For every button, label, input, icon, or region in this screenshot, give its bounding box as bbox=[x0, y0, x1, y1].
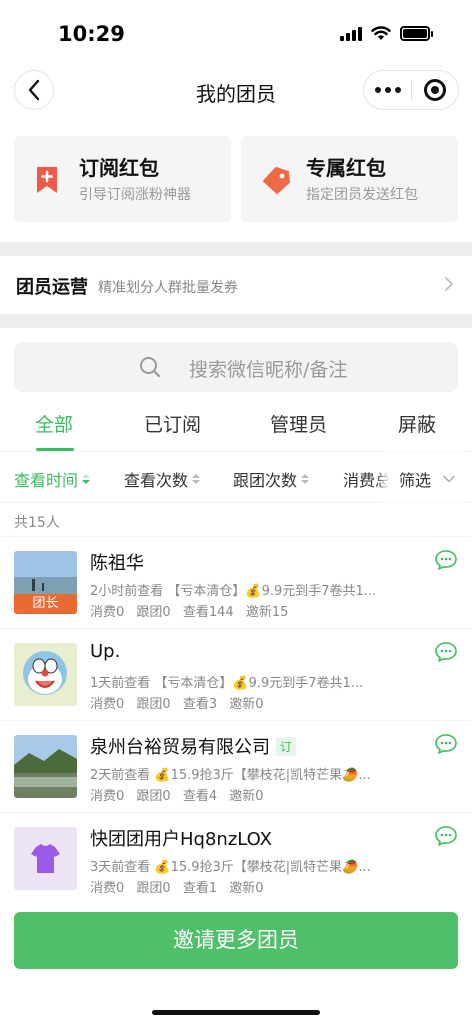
status-time: 10:29 bbox=[58, 22, 125, 46]
chat-bubble-icon[interactable] bbox=[434, 733, 458, 755]
member-name: 陈祖华 bbox=[90, 549, 144, 575]
member-name: 泉州台裕贸易有限公司 订 bbox=[90, 733, 297, 759]
search-placeholder: 搜索微信昵称/备注 bbox=[189, 359, 348, 381]
chat-bubble-icon[interactable] bbox=[434, 641, 458, 663]
avatar bbox=[14, 643, 77, 706]
avatar: 团长 bbox=[14, 551, 77, 614]
member-name-text: 泉州台裕贸易有限公司 bbox=[90, 737, 270, 758]
home-indicator bbox=[152, 1010, 320, 1015]
tab-all[interactable]: 全部 bbox=[35, 410, 73, 437]
member-activity: 2天前查看 💰15.9抢3斤【攀枝花|凯特芒果🥭... bbox=[90, 768, 371, 783]
stat-consume: 消费0 bbox=[90, 605, 125, 620]
wifi-icon bbox=[371, 26, 391, 40]
stat-view: 查看3 bbox=[182, 697, 218, 712]
chat-bubble-icon[interactable] bbox=[434, 549, 458, 571]
red-packet-section: 订阅红包 引导订阅涨粉神器 专属红包 指定团员发送红包 bbox=[0, 118, 472, 242]
member-stats: 消费0 跟团0 查看144 邀新15 bbox=[90, 601, 296, 620]
signal-icon bbox=[340, 26, 362, 41]
subscribe-red-packet-card[interactable]: 订阅红包 引导订阅涨粉神器 bbox=[14, 136, 231, 222]
avatar bbox=[14, 735, 77, 798]
card-title: 订阅红包 bbox=[79, 156, 159, 180]
member-count: 共15人 bbox=[14, 515, 60, 531]
stat-invite: 邀新0 bbox=[229, 697, 264, 712]
search-icon bbox=[140, 357, 161, 378]
search-input[interactable]: 搜索微信昵称/备注 bbox=[14, 342, 458, 392]
member-row[interactable]: 快团团用户Hq8nzLOX 3天前查看 💰15.9抢3斤【攀枝花|凯特芒果🥭..… bbox=[0, 812, 472, 904]
target-icon bbox=[423, 79, 446, 101]
stat-consume: 消费0 bbox=[90, 697, 125, 712]
stat-join: 跟团0 bbox=[136, 789, 171, 804]
member-stats: 消费0 跟团0 查看3 邀新0 bbox=[90, 693, 272, 712]
members-panel: 搜索微信昵称/备注 全部 已订阅 管理员 屏蔽 查看时间 查看次数 跟团次数 消… bbox=[0, 328, 472, 928]
member-stats: 消费0 跟团0 查看4 邀新0 bbox=[90, 785, 272, 804]
stat-consume: 消费0 bbox=[90, 789, 125, 804]
filter-label: 筛选 bbox=[399, 471, 432, 490]
stat-invite: 邀新0 bbox=[229, 789, 264, 804]
sort-bar: 查看时间 查看次数 跟团次数 消费总 筛选 bbox=[0, 451, 472, 503]
member-name-text: 陈祖华 bbox=[90, 553, 144, 574]
leader-tag: 团长 bbox=[14, 594, 77, 614]
stat-view: 查看4 bbox=[182, 789, 218, 804]
tab-blocked[interactable]: 屏蔽 bbox=[398, 410, 436, 437]
member-name: Up. bbox=[90, 641, 120, 662]
chat-bubble-icon[interactable] bbox=[434, 825, 458, 847]
bottom-bar: 邀请更多团员 bbox=[0, 896, 472, 1024]
sort-label: 查看时间 bbox=[14, 471, 79, 490]
stat-join: 跟团0 bbox=[136, 881, 171, 896]
card-title: 专属红包 bbox=[306, 156, 386, 180]
tag-icon bbox=[263, 167, 290, 194]
tab-subscribed[interactable]: 已订阅 bbox=[144, 410, 201, 437]
sort-view-time[interactable]: 查看时间 bbox=[14, 467, 91, 491]
member-name-text: 快团团用户Hq8nzLOX bbox=[90, 829, 273, 850]
stat-consume: 消费0 bbox=[90, 881, 125, 896]
stat-view: 查看1 bbox=[182, 881, 218, 896]
stat-join: 跟团0 bbox=[136, 697, 171, 712]
stat-invite: 邀新0 bbox=[229, 881, 264, 896]
sort-arrows-icon bbox=[192, 474, 201, 484]
close-button[interactable] bbox=[412, 71, 458, 109]
member-activity: 1天前查看 【亏本清仓】💰9.9元到手7卷共1... bbox=[90, 676, 364, 691]
tab-admin[interactable]: 管理员 bbox=[270, 410, 327, 437]
sort-consume-total[interactable]: 消费总 bbox=[343, 467, 393, 491]
ops-title: 团员运营 bbox=[16, 277, 88, 298]
sort-arrows-icon bbox=[82, 474, 91, 484]
member-row[interactable]: 泉州台裕贸易有限公司 订 2天前查看 💰15.9抢3斤【攀枝花|凯特芒果🥭...… bbox=[0, 720, 472, 812]
stat-view: 查看144 bbox=[182, 605, 234, 620]
sort-join-count[interactable]: 跟团次数 bbox=[233, 467, 310, 491]
stat-join: 跟团0 bbox=[136, 605, 171, 620]
mini-program-capsule bbox=[363, 70, 459, 110]
sort-label: 查看次数 bbox=[124, 471, 189, 490]
exclusive-red-packet-card[interactable]: 专属红包 指定团员发送红包 bbox=[241, 136, 458, 222]
more-button[interactable] bbox=[364, 71, 411, 109]
battery-icon bbox=[400, 26, 433, 41]
status-icons bbox=[340, 26, 433, 41]
ops-subtitle: 精准划分人群批量发券 bbox=[98, 280, 238, 296]
member-operations-row[interactable]: 团员运营 精准划分人群批量发券 bbox=[0, 256, 472, 314]
member-activity: 2小时前查看 【亏本清仓】💰9.9元到手7卷共1... bbox=[90, 584, 377, 599]
nav-bar: 我的团员 bbox=[0, 64, 472, 118]
filter-button[interactable]: 筛选 bbox=[399, 467, 455, 491]
member-name: 快团团用户Hq8nzLOX bbox=[90, 825, 272, 851]
stat-invite: 邀新15 bbox=[245, 605, 289, 620]
card-subtitle: 指定团员发送红包 bbox=[306, 187, 418, 203]
chevron-right-icon bbox=[445, 277, 453, 291]
card-subtitle: 引导订阅涨粉神器 bbox=[79, 187, 191, 203]
sort-arrows-icon bbox=[301, 474, 310, 484]
chevron-down-icon bbox=[443, 475, 455, 483]
member-name-text: Up. bbox=[90, 641, 121, 662]
member-activity: 3天前查看 💰15.9抢3斤【攀枝花|凯特芒果🥭... bbox=[90, 860, 371, 875]
subscribed-badge: 订 bbox=[276, 736, 297, 756]
invite-more-members-button[interactable]: 邀请更多团员 bbox=[14, 912, 458, 969]
member-row[interactable]: 团长 陈祖华 2小时前查看 【亏本清仓】💰9.9元到手7卷共1... 消费0 跟… bbox=[0, 536, 472, 628]
sort-label: 消费总 bbox=[343, 471, 392, 490]
sort-view-count[interactable]: 查看次数 bbox=[124, 467, 201, 491]
sort-label: 跟团次数 bbox=[233, 471, 298, 490]
avatar bbox=[14, 827, 77, 890]
member-stats: 消费0 跟团0 查看1 邀新0 bbox=[90, 877, 272, 896]
member-row[interactable]: Up. 1天前查看 【亏本清仓】💰9.9元到手7卷共1... 消费0 跟团0 查… bbox=[0, 628, 472, 720]
member-tabs: 全部 已订阅 管理员 屏蔽 bbox=[0, 402, 472, 451]
bookmark-plus-icon bbox=[37, 167, 57, 193]
status-bar: 10:29 bbox=[0, 0, 472, 64]
